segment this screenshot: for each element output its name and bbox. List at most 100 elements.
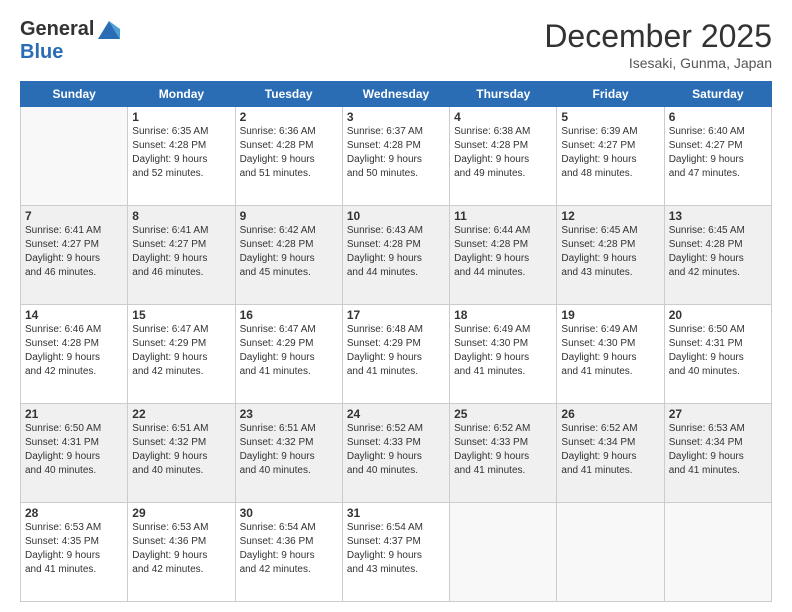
calendar-cell: 8Sunrise: 6:41 AM Sunset: 4:27 PM Daylig… [128,206,235,305]
day-info: Sunrise: 6:53 AM Sunset: 4:34 PM Dayligh… [669,422,767,478]
calendar-cell: 1Sunrise: 6:35 AM Sunset: 4:28 PM Daylig… [128,107,235,206]
day-info: Sunrise: 6:36 AM Sunset: 4:28 PM Dayligh… [240,125,338,181]
day-number: 11 [454,209,552,223]
weekday-header-row: Sunday Monday Tuesday Wednesday Thursday… [21,82,772,107]
calendar-cell [664,503,771,602]
day-info: Sunrise: 6:37 AM Sunset: 4:28 PM Dayligh… [347,125,445,181]
calendar-cell: 29Sunrise: 6:53 AM Sunset: 4:36 PM Dayli… [128,503,235,602]
calendar-cell: 18Sunrise: 6:49 AM Sunset: 4:30 PM Dayli… [450,305,557,404]
calendar-cell: 31Sunrise: 6:54 AM Sunset: 4:37 PM Dayli… [342,503,449,602]
day-info: Sunrise: 6:44 AM Sunset: 4:28 PM Dayligh… [454,224,552,280]
calendar-week-row: 28Sunrise: 6:53 AM Sunset: 4:35 PM Dayli… [21,503,772,602]
day-number: 5 [561,110,659,124]
calendar-cell: 26Sunrise: 6:52 AM Sunset: 4:34 PM Dayli… [557,404,664,503]
day-number: 4 [454,110,552,124]
location: Isesaki, Gunma, Japan [544,55,772,71]
header-tuesday: Tuesday [235,82,342,107]
day-number: 26 [561,407,659,421]
day-number: 23 [240,407,338,421]
day-number: 12 [561,209,659,223]
calendar-week-row: 14Sunrise: 6:46 AM Sunset: 4:28 PM Dayli… [21,305,772,404]
day-number: 22 [132,407,230,421]
day-number: 7 [25,209,123,223]
calendar-cell: 7Sunrise: 6:41 AM Sunset: 4:27 PM Daylig… [21,206,128,305]
day-number: 25 [454,407,552,421]
calendar-cell: 24Sunrise: 6:52 AM Sunset: 4:33 PM Dayli… [342,404,449,503]
page: General Blue December 2025 Isesaki, Gunm… [0,0,792,612]
header-friday: Friday [557,82,664,107]
day-info: Sunrise: 6:52 AM Sunset: 4:34 PM Dayligh… [561,422,659,478]
day-number: 6 [669,110,767,124]
calendar-cell: 2Sunrise: 6:36 AM Sunset: 4:28 PM Daylig… [235,107,342,206]
calendar-cell: 21Sunrise: 6:50 AM Sunset: 4:31 PM Dayli… [21,404,128,503]
day-number: 13 [669,209,767,223]
header-thursday: Thursday [450,82,557,107]
calendar-cell: 10Sunrise: 6:43 AM Sunset: 4:28 PM Dayli… [342,206,449,305]
day-number: 8 [132,209,230,223]
calendar-cell: 16Sunrise: 6:47 AM Sunset: 4:29 PM Dayli… [235,305,342,404]
title-block: December 2025 Isesaki, Gunma, Japan [544,18,772,71]
calendar-cell: 25Sunrise: 6:52 AM Sunset: 4:33 PM Dayli… [450,404,557,503]
header-sunday: Sunday [21,82,128,107]
day-info: Sunrise: 6:41 AM Sunset: 4:27 PM Dayligh… [25,224,123,280]
day-number: 16 [240,308,338,322]
day-number: 30 [240,506,338,520]
header-monday: Monday [128,82,235,107]
calendar-cell [21,107,128,206]
calendar-cell: 12Sunrise: 6:45 AM Sunset: 4:28 PM Dayli… [557,206,664,305]
calendar-week-row: 7Sunrise: 6:41 AM Sunset: 4:27 PM Daylig… [21,206,772,305]
day-info: Sunrise: 6:45 AM Sunset: 4:28 PM Dayligh… [561,224,659,280]
day-number: 10 [347,209,445,223]
calendar-cell: 6Sunrise: 6:40 AM Sunset: 4:27 PM Daylig… [664,107,771,206]
day-number: 15 [132,308,230,322]
calendar-cell: 5Sunrise: 6:39 AM Sunset: 4:27 PM Daylig… [557,107,664,206]
day-info: Sunrise: 6:49 AM Sunset: 4:30 PM Dayligh… [454,323,552,379]
day-number: 3 [347,110,445,124]
day-info: Sunrise: 6:38 AM Sunset: 4:28 PM Dayligh… [454,125,552,181]
day-number: 18 [454,308,552,322]
calendar-week-row: 21Sunrise: 6:50 AM Sunset: 4:31 PM Dayli… [21,404,772,503]
day-info: Sunrise: 6:47 AM Sunset: 4:29 PM Dayligh… [240,323,338,379]
day-number: 27 [669,407,767,421]
calendar-cell [557,503,664,602]
calendar-cell: 20Sunrise: 6:50 AM Sunset: 4:31 PM Dayli… [664,305,771,404]
day-info: Sunrise: 6:52 AM Sunset: 4:33 PM Dayligh… [347,422,445,478]
day-number: 29 [132,506,230,520]
day-info: Sunrise: 6:52 AM Sunset: 4:33 PM Dayligh… [454,422,552,478]
calendar-cell: 13Sunrise: 6:45 AM Sunset: 4:28 PM Dayli… [664,206,771,305]
day-number: 14 [25,308,123,322]
calendar-cell: 4Sunrise: 6:38 AM Sunset: 4:28 PM Daylig… [450,107,557,206]
day-info: Sunrise: 6:40 AM Sunset: 4:27 PM Dayligh… [669,125,767,181]
month-title: December 2025 [544,18,772,55]
day-info: Sunrise: 6:53 AM Sunset: 4:35 PM Dayligh… [25,521,123,577]
header: General Blue December 2025 Isesaki, Gunm… [20,18,772,71]
calendar-cell: 30Sunrise: 6:54 AM Sunset: 4:36 PM Dayli… [235,503,342,602]
day-number: 21 [25,407,123,421]
day-info: Sunrise: 6:45 AM Sunset: 4:28 PM Dayligh… [669,224,767,280]
day-number: 20 [669,308,767,322]
day-info: Sunrise: 6:54 AM Sunset: 4:36 PM Dayligh… [240,521,338,577]
day-info: Sunrise: 6:50 AM Sunset: 4:31 PM Dayligh… [25,422,123,478]
calendar-cell: 15Sunrise: 6:47 AM Sunset: 4:29 PM Dayli… [128,305,235,404]
calendar-cell [450,503,557,602]
day-number: 2 [240,110,338,124]
day-info: Sunrise: 6:53 AM Sunset: 4:36 PM Dayligh… [132,521,230,577]
calendar-table: Sunday Monday Tuesday Wednesday Thursday… [20,81,772,602]
calendar-cell: 28Sunrise: 6:53 AM Sunset: 4:35 PM Dayli… [21,503,128,602]
day-info: Sunrise: 6:43 AM Sunset: 4:28 PM Dayligh… [347,224,445,280]
day-info: Sunrise: 6:54 AM Sunset: 4:37 PM Dayligh… [347,521,445,577]
day-info: Sunrise: 6:51 AM Sunset: 4:32 PM Dayligh… [132,422,230,478]
day-info: Sunrise: 6:51 AM Sunset: 4:32 PM Dayligh… [240,422,338,478]
day-info: Sunrise: 6:41 AM Sunset: 4:27 PM Dayligh… [132,224,230,280]
day-info: Sunrise: 6:39 AM Sunset: 4:27 PM Dayligh… [561,125,659,181]
calendar-cell: 27Sunrise: 6:53 AM Sunset: 4:34 PM Dayli… [664,404,771,503]
day-number: 24 [347,407,445,421]
logo-general: General [20,18,122,41]
day-number: 1 [132,110,230,124]
day-info: Sunrise: 6:46 AM Sunset: 4:28 PM Dayligh… [25,323,123,379]
calendar-cell: 14Sunrise: 6:46 AM Sunset: 4:28 PM Dayli… [21,305,128,404]
calendar-cell: 23Sunrise: 6:51 AM Sunset: 4:32 PM Dayli… [235,404,342,503]
day-info: Sunrise: 6:48 AM Sunset: 4:29 PM Dayligh… [347,323,445,379]
day-info: Sunrise: 6:50 AM Sunset: 4:31 PM Dayligh… [669,323,767,379]
day-number: 19 [561,308,659,322]
